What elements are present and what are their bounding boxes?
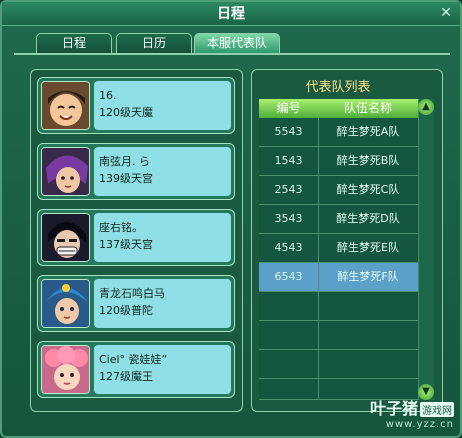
- team-name: 醉生梦死D队: [336, 212, 400, 225]
- tab-divider: [14, 53, 450, 55]
- team-number: 3543: [274, 212, 303, 225]
- window-title: 日程: [217, 6, 245, 22]
- member-card[interactable]: 青龙石鸣白马 120级普陀: [37, 275, 235, 332]
- member-name: 南弦月. ら: [99, 155, 150, 168]
- tab-calendar[interactable]: 日历: [116, 33, 192, 53]
- member-card[interactable]: 座右铭。 137级天宫: [37, 209, 235, 266]
- member-level: 120级普陀: [99, 304, 153, 317]
- team-name: 醉生梦死B队: [336, 154, 400, 167]
- table-row-selected[interactable]: 6543 醉生梦死F队: [259, 263, 418, 292]
- team-name: 醉生梦死F队: [337, 270, 399, 283]
- member-name: 青龙石鸣白马: [99, 287, 165, 300]
- table-row[interactable]: 2543 醉生梦死C队: [259, 176, 418, 205]
- team-number: 2543: [274, 183, 303, 196]
- table-row[interactable]: 3543 醉生梦死D队: [259, 205, 418, 234]
- avatar-blue-hair: [41, 279, 90, 328]
- member-name: 16.: [99, 89, 117, 102]
- member-info: 南弦月. ら 139级天宫: [94, 147, 231, 196]
- table-row[interactable]: 4543 醉生梦死E队: [259, 234, 418, 263]
- member-info: 座右铭。 137级天宫: [94, 213, 231, 262]
- table-row[interactable]: 5543 醉生梦死A队: [259, 118, 418, 147]
- team-name: 醉生梦死A队: [336, 125, 400, 138]
- team-name: 醉生梦死E队: [337, 241, 399, 254]
- team-number: 6543: [274, 270, 303, 283]
- watermark-url: www.yzz.cn: [385, 419, 454, 430]
- team-list-title: 代表队列表: [305, 80, 371, 95]
- team-number: 4543: [274, 241, 303, 254]
- avatar-pink-hair: [41, 345, 90, 394]
- schedule-window: 日程 ✕ 日程 日历 本服代表队 16. 120级天魔 南弦月. ら 139级天…: [0, 0, 462, 438]
- team-name: 醉生梦死C队: [336, 183, 400, 196]
- watermark-box: 游戏网: [420, 402, 454, 417]
- watermark: 叶子猪 游戏网 www.yzz.cn: [370, 395, 454, 430]
- table-row-empty: [259, 321, 418, 350]
- member-level: 139级天宫: [99, 172, 153, 185]
- member-info: 16. 120级天魔: [94, 81, 231, 130]
- team-list-panel: 代表队列表 编号 队伍名称 5543 醉生梦死A队 1543 醉生梦死B队 25…: [251, 69, 443, 412]
- member-card[interactable]: Ciel° 瓷娃娃” 127级魔王: [37, 341, 235, 398]
- member-list-panel: 16. 120级天魔 南弦月. ら 139级天宫 座右铭。 137级天宫 青龙石…: [30, 69, 243, 412]
- team-number: 5543: [274, 125, 303, 138]
- scrollbar-track[interactable]: [418, 99, 434, 400]
- table-header: 编号 队伍名称: [259, 99, 418, 118]
- column-header-number: 编号: [276, 101, 301, 115]
- member-card[interactable]: 16. 120级天魔: [37, 77, 235, 134]
- member-card[interactable]: 南弦月. ら 139级天宫: [37, 143, 235, 200]
- watermark-logo: 叶子猪: [369, 399, 418, 418]
- tab-schedule[interactable]: 日程: [36, 33, 112, 53]
- scroll-up-icon[interactable]: ▲: [418, 99, 434, 115]
- close-button[interactable]: ✕: [438, 5, 454, 21]
- member-name: 座右铭。: [99, 221, 143, 234]
- member-level: 127级魔王: [99, 370, 153, 383]
- column-header-team-name: 队伍名称: [343, 101, 392, 115]
- avatar-purple-hair: [41, 147, 90, 196]
- table-row[interactable]: 1543 醉生梦死B队: [259, 147, 418, 176]
- tab-server-team[interactable]: 本服代表队: [194, 33, 280, 53]
- member-info: Ciel° 瓷娃娃” 127级魔王: [94, 345, 231, 394]
- member-level: 137级天宫: [99, 238, 153, 251]
- title-bar: 日程 ✕: [2, 2, 460, 26]
- avatar-smiling-boy: [41, 81, 90, 130]
- table-row-empty: [259, 292, 418, 321]
- member-info: 青龙石鸣白马 120级普陀: [94, 279, 231, 328]
- table-row-empty: [259, 350, 418, 379]
- member-level: 120级天魔: [99, 106, 153, 119]
- member-name: Ciel° 瓷娃娃”: [99, 353, 168, 366]
- team-number: 1543: [274, 154, 303, 167]
- avatar-masked: [41, 213, 90, 262]
